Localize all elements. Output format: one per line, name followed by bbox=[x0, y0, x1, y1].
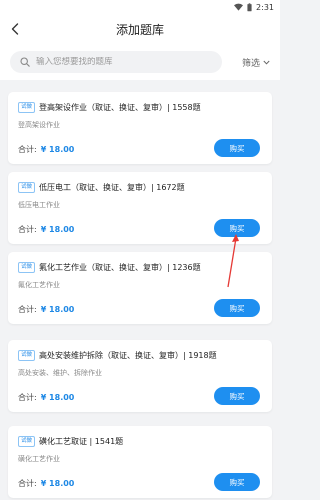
search-row: 筛选 bbox=[0, 44, 280, 80]
buy-button[interactable]: 购买 bbox=[214, 139, 260, 157]
buy-button[interactable]: 购买 bbox=[214, 387, 260, 405]
item-price: ¥ 18.00 bbox=[40, 479, 75, 488]
item-title-row: 试做 登高架设作业（取证、换证、复审）| 1558题 bbox=[18, 102, 268, 113]
item-subtitle: 磺化工艺作业 bbox=[18, 455, 60, 463]
page-title: 添加题库 bbox=[115, 22, 164, 37]
item-subtitle: 低压电工作业 bbox=[18, 201, 60, 209]
item-title-row: 试做 高处安装维护拆除（取证、换证、复审）| 1918题 bbox=[18, 350, 268, 361]
status-bar: 2:31 bbox=[0, 0, 280, 14]
back-button[interactable] bbox=[6, 20, 24, 38]
filter-label: 筛选 bbox=[241, 58, 260, 69]
item-price: ¥ 18.00 bbox=[40, 225, 75, 234]
item-title: 磺化工艺取证 | 1541题 bbox=[39, 437, 124, 446]
trial-tag[interactable]: 试做 bbox=[18, 102, 36, 113]
battery-icon bbox=[247, 2, 252, 11]
status-time: 2:31 bbox=[256, 2, 274, 12]
item-price-row: 合计: ¥ 18.00 bbox=[18, 478, 74, 489]
search-box[interactable] bbox=[10, 51, 222, 73]
list-item[interactable]: 试做 高处安装维护拆除（取证、换证、复审）| 1918题 高处安装、维护、拆除作… bbox=[8, 340, 272, 412]
item-title: 低压电工（取证、换证、复审）| 1672题 bbox=[39, 183, 185, 192]
item-title: 氟化工艺作业（取证、换证、复审）| 1236题 bbox=[39, 263, 201, 272]
buy-button[interactable]: 购买 bbox=[214, 299, 260, 317]
filter-button[interactable]: 筛选 bbox=[242, 56, 270, 69]
list-item[interactable]: 试做 磺化工艺取证 | 1541题 磺化工艺作业 合计: ¥ 18.00 购买 bbox=[8, 426, 272, 498]
list-item[interactable]: 试做 低压电工（取证、换证、复审）| 1672题 低压电工作业 合计: ¥ 18… bbox=[8, 172, 272, 244]
trial-tag[interactable]: 试做 bbox=[18, 350, 36, 361]
item-title-row: 试做 低压电工（取证、换证、复审）| 1672题 bbox=[18, 182, 268, 193]
item-price: ¥ 18.00 bbox=[40, 305, 75, 314]
buy-button[interactable]: 购买 bbox=[214, 219, 260, 237]
item-price: ¥ 18.00 bbox=[40, 393, 75, 402]
item-price: ¥ 18.00 bbox=[40, 145, 75, 154]
chevron-down-icon bbox=[263, 60, 270, 65]
total-label: 合计: bbox=[18, 393, 37, 402]
title-bar: 添加题库 bbox=[0, 14, 280, 44]
search-input[interactable] bbox=[36, 57, 206, 67]
item-price-row: 合计: ¥ 18.00 bbox=[18, 144, 74, 155]
back-arrow-icon bbox=[11, 23, 19, 35]
item-price-row: 合计: ¥ 18.00 bbox=[18, 304, 74, 315]
wifi-icon bbox=[234, 3, 244, 11]
search-icon bbox=[20, 57, 30, 67]
item-subtitle: 氟化工艺作业 bbox=[18, 281, 60, 289]
item-title: 高处安装维护拆除（取证、换证、复审）| 1918题 bbox=[39, 351, 217, 360]
trial-tag[interactable]: 试做 bbox=[18, 182, 36, 193]
buy-button[interactable]: 购买 bbox=[214, 473, 260, 491]
total-label: 合计: bbox=[18, 225, 37, 234]
total-label: 合计: bbox=[18, 145, 37, 154]
list-item[interactable]: 试做 氟化工艺作业（取证、换证、复审）| 1236题 氟化工艺作业 合计: ¥ … bbox=[8, 252, 272, 324]
item-title-row: 试做 氟化工艺作业（取证、换证、复审）| 1236题 bbox=[18, 262, 268, 273]
list-item[interactable]: 试做 登高架设作业（取证、换证、复审）| 1558题 登高架设作业 合计: ¥ … bbox=[8, 92, 272, 164]
trial-tag[interactable]: 试做 bbox=[18, 436, 36, 447]
trial-tag[interactable]: 试做 bbox=[18, 262, 36, 273]
item-subtitle: 登高架设作业 bbox=[18, 121, 60, 129]
item-price-row: 合计: ¥ 18.00 bbox=[18, 392, 74, 403]
item-subtitle: 高处安装、维护、拆除作业 bbox=[18, 369, 102, 377]
item-title: 登高架设作业（取证、换证、复审）| 1558题 bbox=[39, 103, 201, 112]
item-title-row: 试做 磺化工艺取证 | 1541题 bbox=[18, 436, 268, 447]
item-price-row: 合计: ¥ 18.00 bbox=[18, 224, 74, 235]
total-label: 合计: bbox=[18, 305, 37, 314]
total-label: 合计: bbox=[18, 479, 37, 488]
